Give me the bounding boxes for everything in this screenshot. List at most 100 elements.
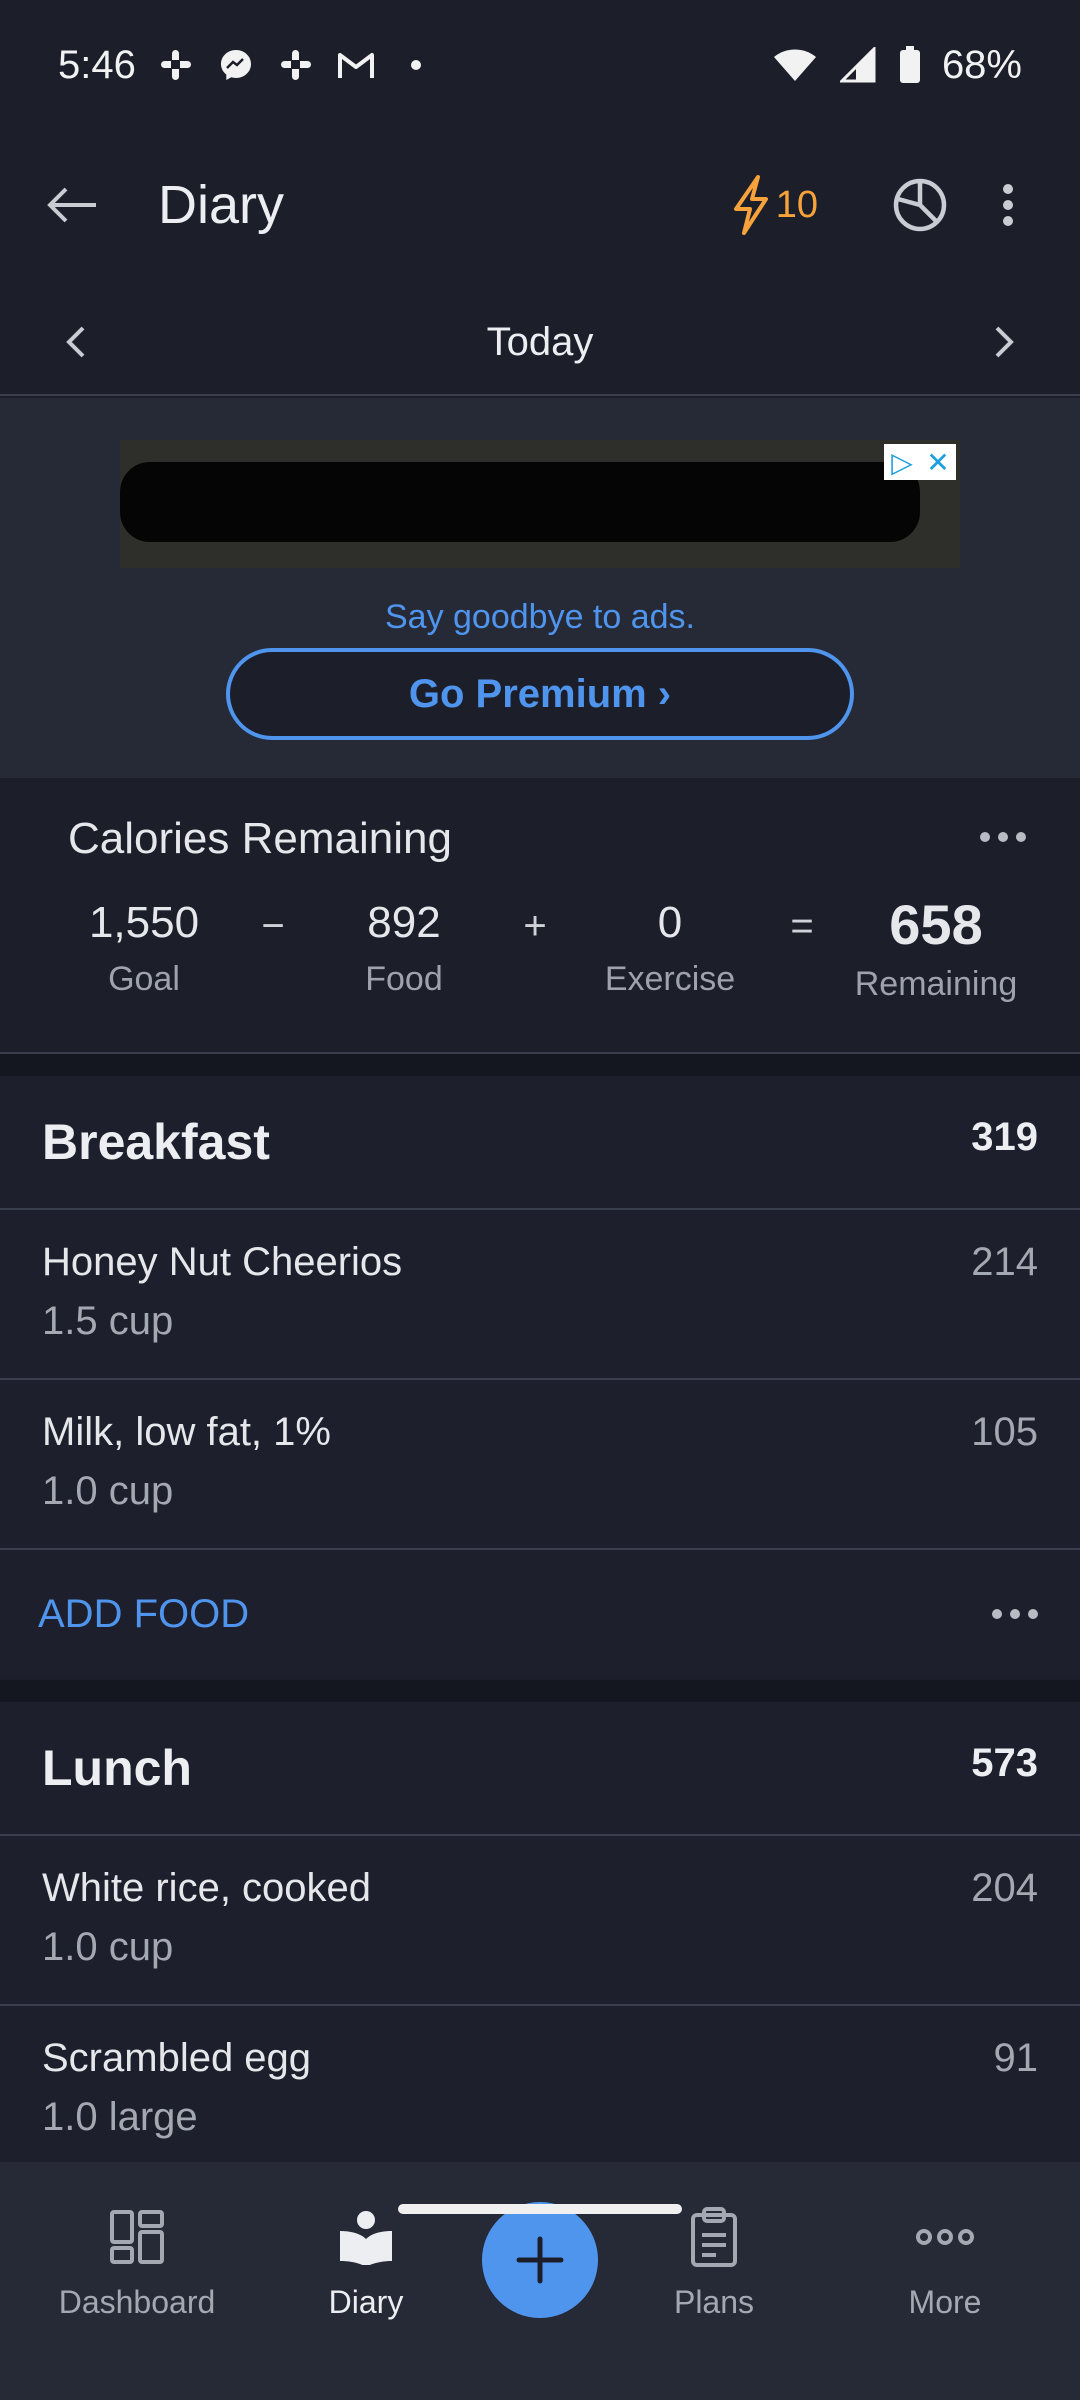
app-header: Diary 10	[0, 130, 1080, 280]
food-block[interactable]: 892 Food	[294, 898, 514, 999]
dot-icon	[396, 45, 436, 85]
food-quantity: 1.0 large	[42, 2095, 198, 2139]
nav-label: Plans	[673, 2284, 755, 2320]
lightning-icon	[733, 175, 768, 235]
status-time: 5:46	[58, 42, 136, 87]
calories-remaining-card: Calories Remaining 1,550 Goal − 892 Food…	[0, 778, 1080, 1054]
ad-tagline[interactable]: Say goodbye to ads.	[0, 598, 1080, 637]
food-name: Milk, low fat, 1%	[42, 1410, 331, 1454]
nutrition-chart-button[interactable]	[888, 173, 952, 237]
equals-operator: =	[790, 904, 814, 948]
nav-label: More	[908, 2284, 982, 2320]
ad-area: ▷ ✕ Say goodbye to ads. Go Premium ›	[0, 398, 1080, 778]
goal-label: Goal	[108, 960, 180, 998]
food-entry[interactable]: Milk, low fat, 1% 1.0 cup 105	[0, 1380, 1080, 1550]
meal-breakfast: Breakfast 319 Honey Nut Cheerios 1.5 cup…	[0, 1076, 1080, 1678]
nav-diary[interactable]: Diary	[266, 2202, 466, 2321]
next-day-button[interactable]	[980, 317, 1030, 367]
plus-operator: +	[523, 904, 547, 948]
goal-value: 1,550	[88, 898, 200, 947]
remaining-value: 658	[889, 893, 983, 956]
ad-choices[interactable]: ▷ ✕	[884, 444, 956, 480]
dashboard-icon	[37, 2202, 237, 2272]
goal-block[interactable]: 1,550 Goal	[34, 898, 254, 999]
food-name: Scrambled egg	[42, 2036, 312, 2080]
cellular-signal-icon	[838, 45, 878, 85]
food-name: White rice, cooked	[42, 1866, 372, 1910]
ad-banner[interactable]: ▷ ✕	[120, 440, 960, 568]
meal-lunch: Lunch 573 White rice, cooked 1.0 cup 204…	[0, 1702, 1080, 2176]
meal-header[interactable]: Breakfast 319	[0, 1076, 1080, 1210]
home-indicator[interactable]	[398, 2204, 682, 2214]
nav-dashboard[interactable]: Dashboard	[37, 2202, 237, 2321]
nav-label: Diary	[328, 2284, 404, 2320]
streak-count: 10	[775, 183, 818, 226]
nav-label: Dashboard	[58, 2284, 216, 2320]
food-calories: 214	[971, 1240, 1038, 1284]
close-icon[interactable]: ✕	[920, 444, 956, 480]
gmail-icon	[336, 45, 376, 85]
meal-total-calories: 573	[971, 1740, 1038, 1785]
arrow-left-icon	[47, 187, 96, 223]
minus-operator: −	[261, 904, 285, 948]
date-label[interactable]: Today	[487, 320, 594, 365]
ad-redacted-content	[120, 462, 920, 542]
slack-icon	[276, 45, 316, 85]
food-entry[interactable]: White rice, cooked 1.0 cup 204	[0, 1836, 1080, 2006]
streak-button[interactable]: 10	[732, 175, 818, 235]
messenger-icon	[216, 45, 256, 85]
more-vertical-icon	[1003, 184, 1013, 226]
bottom-navigation: Dashboard Diary Plans More	[0, 2162, 1080, 2400]
calories-equation: 1,550 Goal − 892 Food + 0 Exercise = 658…	[0, 893, 1080, 1018]
calories-more-button[interactable]	[980, 814, 1040, 864]
add-food-button[interactable]: ADD FOOD	[38, 1592, 249, 1637]
food-quantity: 1.0 cup	[42, 1925, 174, 1969]
calories-title: Calories Remaining	[68, 814, 452, 863]
exercise-block[interactable]: 0 Exercise	[560, 898, 780, 999]
food-label: Food	[365, 960, 443, 998]
more-horizontal-icon	[845, 2202, 1045, 2272]
add-food-row: ADD FOOD	[0, 1550, 1080, 1678]
adchoices-icon[interactable]: ▷	[884, 444, 920, 480]
meal-name: Lunch	[42, 1740, 192, 1796]
food-value: 892	[367, 898, 441, 947]
pie-chart-icon	[893, 178, 947, 232]
food-entry[interactable]: Honey Nut Cheerios 1.5 cup 214	[0, 1210, 1080, 1380]
food-calories: 105	[971, 1410, 1038, 1454]
chevron-left-icon	[66, 326, 85, 358]
back-button[interactable]	[40, 173, 104, 237]
meal-header[interactable]: Lunch 573	[0, 1702, 1080, 1836]
meal-more-button[interactable]	[992, 1609, 1038, 1619]
status-left: 5:46	[58, 43, 436, 88]
exercise-label: Exercise	[604, 960, 736, 998]
section-separator	[0, 1680, 1080, 1702]
nav-more[interactable]: More	[845, 2202, 1045, 2321]
remaining-label: Remaining	[854, 965, 1018, 1003]
previous-day-button[interactable]	[50, 317, 100, 367]
meal-name: Breakfast	[42, 1114, 270, 1170]
overflow-menu-button[interactable]	[976, 173, 1040, 237]
battery-percent: 68%	[941, 42, 1022, 87]
more-horizontal-icon	[992, 1609, 1038, 1619]
chevron-right-icon	[995, 326, 1014, 358]
food-name: Honey Nut Cheerios	[42, 1240, 403, 1284]
food-calories: 204	[971, 1866, 1038, 1910]
go-premium-button[interactable]: Go Premium ›	[226, 648, 854, 740]
food-entry[interactable]: Scrambled egg 1.0 large 91	[0, 2006, 1080, 2176]
food-quantity: 1.0 cup	[42, 1469, 174, 1513]
date-navigator: Today	[0, 290, 1080, 396]
plus-icon	[516, 2236, 564, 2284]
exercise-value: 0	[657, 898, 683, 947]
page-title: Diary	[158, 175, 285, 235]
section-separator	[0, 1054, 1080, 1076]
food-calories: 91	[993, 2036, 1039, 2080]
add-entry-fab[interactable]	[482, 2202, 598, 2318]
wifi-icon	[772, 45, 818, 85]
meal-total-calories: 319	[971, 1114, 1038, 1159]
remaining-block[interactable]: 658 Remaining	[826, 892, 1046, 1004]
slack-icon	[156, 45, 196, 85]
more-horizontal-icon	[980, 832, 1040, 842]
status-right: 68%	[772, 43, 1022, 88]
status-bar: 5:46 68%	[0, 0, 1080, 130]
nav-plans[interactable]: Plans	[614, 2202, 814, 2321]
